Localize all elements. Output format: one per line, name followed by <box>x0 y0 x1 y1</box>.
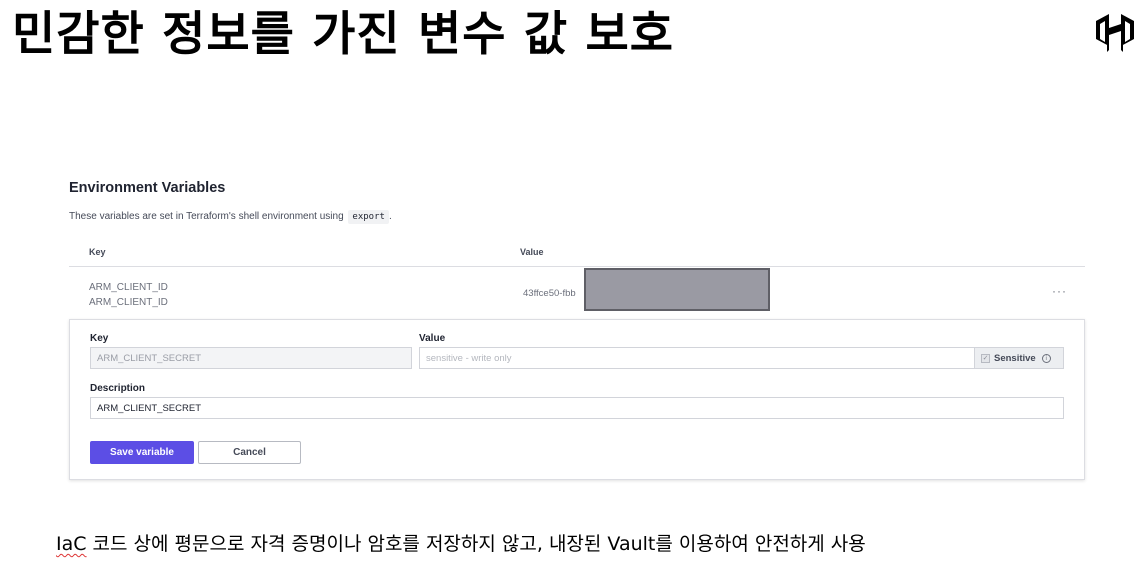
redaction-box <box>584 268 770 311</box>
slide-caption: IaC 코드 상에 평문으로 자격 증명이나 암호를 저장하지 않고, 내장된 … <box>56 530 866 558</box>
value-field-label: Value <box>419 333 446 344</box>
caption-text: 코드 상에 평문으로 자격 증명이나 암호를 저장하지 않고, 내장된 Vaul… <box>86 533 866 555</box>
env-variables-description: These variables are set in Terraform's s… <box>69 210 392 224</box>
info-circle-icon[interactable]: i <box>1041 353 1051 363</box>
key-input[interactable] <box>90 347 412 369</box>
header-divider <box>69 266 1085 267</box>
edit-variable-panel: Key Value ✓ Sensitive i Description Save… <box>69 319 1085 480</box>
caption-lead: IaC <box>56 533 87 555</box>
description-input[interactable] <box>90 397 1064 419</box>
variable-key-description: ARM_CLIENT_ID <box>89 297 168 308</box>
save-variable-button[interactable]: Save variable <box>90 441 194 464</box>
description-field-label: Description <box>90 383 146 394</box>
sensitive-toggle[interactable]: ✓ Sensitive i <box>975 347 1064 369</box>
column-header-key: Key <box>89 247 106 257</box>
hashicorp-logo-icon <box>1096 14 1134 52</box>
desc-suffix: . <box>388 211 392 222</box>
env-variables-heading: Environment Variables <box>69 180 226 196</box>
variable-row-key: ARM_CLIENT_ID ARM_CLIENT_ID <box>89 280 168 310</box>
variable-key-name: ARM_CLIENT_ID <box>89 282 168 293</box>
column-header-value: Value <box>520 247 544 257</box>
sensitive-label: Sensitive <box>994 352 1036 364</box>
export-code-chip: export <box>348 210 389 224</box>
terraform-variables-screenshot: Environment Variables These variables ar… <box>62 168 1092 488</box>
cancel-button[interactable]: Cancel <box>198 441 301 464</box>
value-input[interactable] <box>419 347 975 369</box>
variable-row-value: 43ffce50-fbb <box>523 288 576 299</box>
key-field-label: Key <box>90 333 109 344</box>
more-dots-icon[interactable]: ··· <box>1052 284 1067 298</box>
desc-prefix: These variables are set in Terraform's s… <box>69 211 344 222</box>
checkbox-checked-icon[interactable]: ✓ <box>981 353 990 363</box>
slide-title: 민감한 정보를 가진 변수 값 보호 <box>12 7 674 62</box>
